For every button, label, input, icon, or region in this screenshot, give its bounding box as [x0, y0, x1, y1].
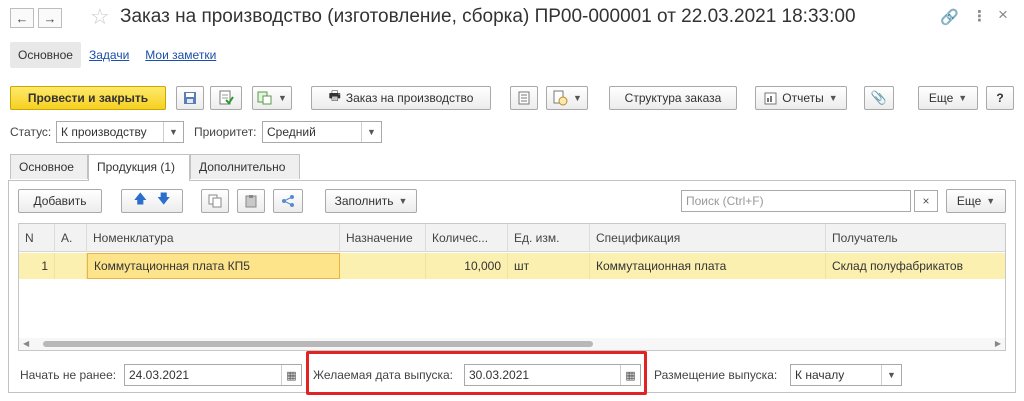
- start-date-field[interactable]: 24.03.2021 ▦: [124, 364, 302, 386]
- forward-button[interactable]: →: [38, 8, 62, 28]
- table-header: N A. Номенклатура Назначение Количес... …: [19, 224, 1005, 252]
- help-button[interactable]: ?: [986, 86, 1014, 110]
- unit-cell[interactable]: шт: [508, 253, 590, 279]
- purpose-cell[interactable]: [340, 253, 426, 279]
- horizontal-scrollbar[interactable]: ◀ ▶: [19, 338, 1005, 350]
- chevron-down-icon: ▼: [398, 196, 408, 206]
- chevron-down-icon[interactable]: ▼: [881, 365, 901, 385]
- section-main[interactable]: Основное: [10, 42, 81, 68]
- column-header[interactable]: Получатель: [826, 224, 1005, 252]
- placement-label: Размещение выпуска:: [654, 368, 778, 382]
- chevron-down-icon[interactable]: ▼: [163, 122, 183, 142]
- chevron-down-icon: ▼: [986, 196, 996, 206]
- status-select[interactable]: К производству ▼: [56, 121, 184, 143]
- section-tasks[interactable]: Задачи: [81, 42, 137, 68]
- column-header[interactable]: Количес...: [426, 224, 508, 252]
- receiver-cell[interactable]: Склад полуфабрикатов: [826, 253, 1005, 279]
- arrow-up-icon[interactable]: 🡅: [134, 190, 147, 212]
- fill-button[interactable]: Заполнить ▼: [325, 189, 417, 213]
- scroll-left-icon[interactable]: ◀: [23, 339, 29, 348]
- item-cell[interactable]: Коммутационная плата КП5: [87, 253, 340, 279]
- section-notes[interactable]: Мои заметки: [137, 42, 224, 68]
- start-date-label: Начать не ранее:: [20, 368, 117, 382]
- report-icon: [764, 92, 777, 104]
- priority-select[interactable]: Средний ▼: [262, 121, 382, 143]
- column-header[interactable]: Номенклатура: [87, 224, 340, 252]
- quantity-cell[interactable]: 10,000: [426, 253, 508, 279]
- search-input[interactable]: Поиск (Ctrl+F): [681, 190, 911, 212]
- products-table[interactable]: N A. Номенклатура Назначение Количес... …: [18, 223, 1006, 351]
- table-row[interactable]: 1 Коммутационная плата КП5 10,000 шт Ком…: [19, 253, 1005, 279]
- post-and-close-button[interactable]: Провести и закрыть: [10, 86, 166, 110]
- tab-extra[interactable]: Дополнительно: [190, 154, 300, 179]
- column-header[interactable]: A.: [55, 224, 87, 252]
- form-sections: Основное Задачи Мои заметки: [10, 42, 224, 68]
- chevron-down-icon: ▼: [573, 93, 582, 103]
- list-button[interactable]: [510, 86, 538, 110]
- priority-label: Приоритет:: [194, 125, 257, 139]
- move-buttons: 🡅 🡇: [121, 189, 183, 213]
- chevron-down-icon: ▼: [958, 93, 968, 103]
- close-icon[interactable]: ×: [998, 5, 1008, 25]
- link-icon[interactable]: 🔗: [940, 8, 959, 26]
- arrow-right-icon: →: [43, 10, 57, 26]
- copy-icon: [208, 194, 222, 208]
- clear-search-button[interactable]: ×: [914, 190, 938, 212]
- clipboard-icon: [245, 195, 257, 208]
- add-button[interactable]: Добавить: [18, 189, 102, 213]
- chevron-down-icon: ▼: [278, 93, 287, 103]
- highlight-frame: [306, 351, 647, 395]
- arrow-left-icon: ←: [15, 10, 29, 26]
- post-document-icon: [219, 90, 234, 105]
- back-button[interactable]: ←: [10, 8, 34, 28]
- chevron-down-icon: ▼: [828, 93, 838, 103]
- tab-main[interactable]: Основное: [10, 154, 88, 179]
- create-based-icon: [257, 91, 272, 105]
- document-settings-button[interactable]: ▼: [546, 86, 588, 110]
- placement-select[interactable]: К началу ▼: [790, 364, 902, 386]
- floppy-disk-icon: [184, 92, 196, 104]
- arrow-down-icon[interactable]: 🡇: [157, 190, 170, 212]
- paste-button[interactable]: [237, 189, 265, 213]
- row-number: 1: [19, 253, 55, 279]
- calendar-icon[interactable]: ▦: [281, 365, 301, 385]
- tab-products[interactable]: Продукция (1): [88, 154, 190, 181]
- order-structure-button[interactable]: Структура заказа: [609, 86, 737, 110]
- column-header[interactable]: Назначение: [340, 224, 426, 252]
- post-button[interactable]: [210, 86, 242, 110]
- share-button[interactable]: [273, 189, 303, 213]
- chevron-down-icon[interactable]: ▼: [361, 122, 381, 142]
- more-vertical-icon[interactable]: ⋮: [972, 7, 987, 25]
- printer-icon: 🖶: [328, 88, 341, 103]
- more-actions-button[interactable]: Еще ▼: [918, 86, 978, 110]
- reports-button[interactable]: Отчеты ▼: [755, 86, 847, 110]
- paperclip-icon: 📎: [870, 90, 888, 105]
- document-list-icon: [518, 91, 530, 105]
- save-button[interactable]: [176, 86, 204, 110]
- star-icon[interactable]: ☆: [90, 4, 110, 30]
- column-header[interactable]: Ед. изм.: [508, 224, 590, 252]
- create-based-on-button[interactable]: ▼: [252, 86, 292, 110]
- row-flag: [55, 253, 87, 279]
- attachments-button[interactable]: 📎: [864, 86, 894, 110]
- copy-button[interactable]: [201, 189, 229, 213]
- grid-more-button[interactable]: Еще ▼: [946, 189, 1006, 213]
- status-label: Статус:: [10, 125, 52, 139]
- close-icon: ×: [922, 194, 930, 208]
- specification-cell[interactable]: Коммутационная плата: [590, 253, 826, 279]
- window-title: Заказ на производство (изготовление, сбо…: [120, 6, 856, 27]
- share-icon: [282, 195, 294, 207]
- column-header[interactable]: N: [19, 224, 55, 252]
- production-order-print-button[interactable]: 🖶 Заказ на производство: [311, 86, 491, 110]
- scrollbar-thumb[interactable]: [43, 341, 593, 347]
- document-clock-icon: [553, 90, 568, 106]
- column-header[interactable]: Спецификация: [590, 224, 826, 252]
- scroll-right-icon[interactable]: ▶: [995, 339, 1001, 348]
